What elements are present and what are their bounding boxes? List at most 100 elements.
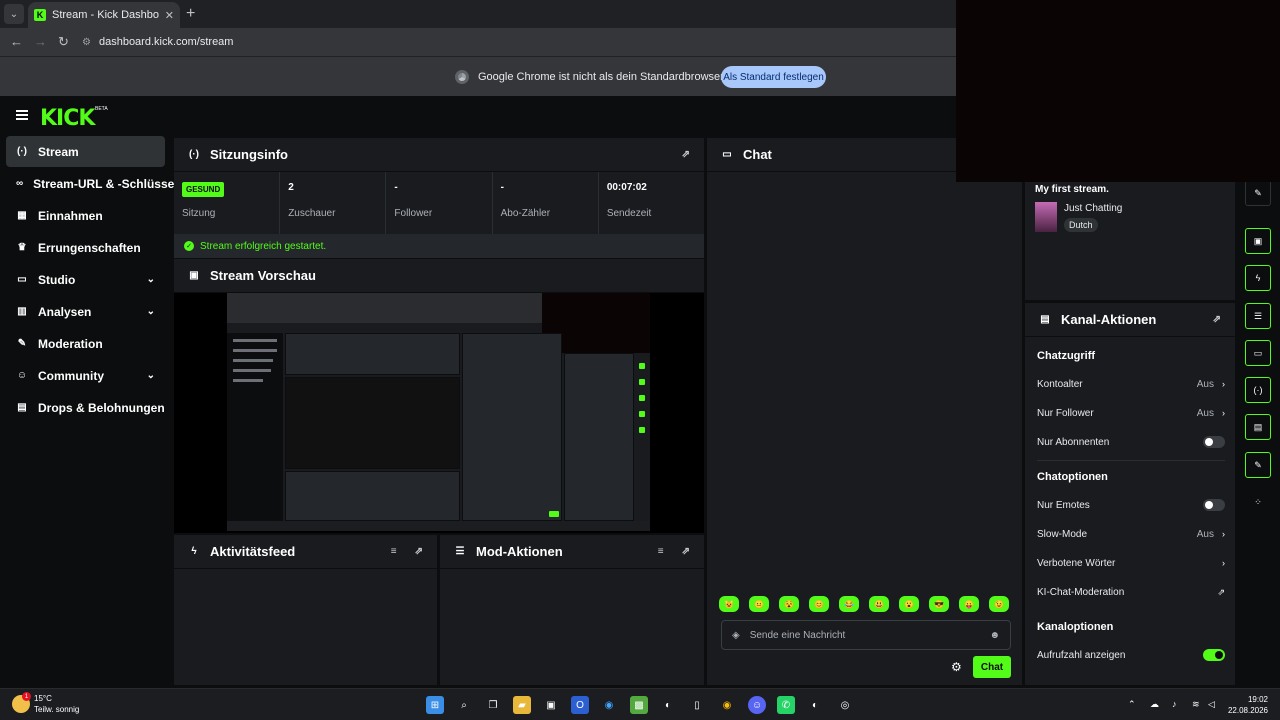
browser-tab[interactable]: K Stream - Kick Dashboard ✕ xyxy=(28,2,180,28)
subscribers-only-toggle[interactable] xyxy=(1203,436,1225,448)
volume-icon[interactable]: ◁ xyxy=(1208,699,1215,710)
chrome-icon[interactable]: ◉ xyxy=(718,696,736,714)
sidebar-item-label: Studio xyxy=(38,272,76,287)
emote[interactable]: 😃 xyxy=(869,596,889,612)
stat-label: Abo-Zähler xyxy=(500,208,551,219)
discord-icon[interactable]: ☺ xyxy=(748,696,766,714)
filter-icon[interactable]: ≡ xyxy=(391,546,397,557)
mic-icon[interactable]: ♪ xyxy=(1172,699,1177,709)
sidebar-item-moderation[interactable]: ✎ Moderation xyxy=(6,328,165,359)
reload-icon[interactable]: ↻ xyxy=(58,34,69,50)
site-info-icon[interactable]: ⚙ xyxy=(82,37,91,48)
sidebar-item-community[interactable]: ☺ Community ⌄ xyxy=(6,360,165,391)
wrench-icon[interactable]: ✎ xyxy=(1245,452,1271,478)
popout-icon[interactable]: ⇗ xyxy=(682,546,690,557)
menu-icon[interactable] xyxy=(16,110,28,120)
emote[interactable]: 😐 xyxy=(749,596,769,612)
steam-icon[interactable]: ◐ xyxy=(659,696,677,714)
task-view-icon[interactable]: ❐ xyxy=(484,696,502,714)
steam-icon[interactable]: ◐ xyxy=(806,696,824,714)
ai-moderation-row[interactable]: KI-Chat-Moderation ⇗ xyxy=(1037,582,1225,602)
banned-words-row[interactable]: Verbotene Wörter › xyxy=(1037,553,1225,573)
stat-value: - xyxy=(394,182,398,193)
emoji-icon[interactable]: ☻ xyxy=(989,630,1000,641)
show-viewcount-toggle[interactable] xyxy=(1203,649,1225,661)
mod-actions-panel: ☰ Mod-Aktionen ≡ ⇗ xyxy=(440,535,704,685)
emotes-only-row: Nur Emotes xyxy=(1037,495,1225,515)
search-icon[interactable]: ⌕ xyxy=(455,696,473,714)
server-icon[interactable]: ▤ xyxy=(1245,414,1271,440)
stream-preview-video[interactable] xyxy=(174,293,704,533)
emote[interactable]: 😛 xyxy=(959,596,979,612)
emote[interactable]: 😊 xyxy=(809,596,829,612)
chat-panel: ▭ Chat 😺 😐 😵 😊 😂 😃 😮 😎 😛 😉 ◈ Sende eine … xyxy=(707,138,1022,685)
sidebar-item-label: Drops & Belohnungen xyxy=(38,400,165,415)
system-clock[interactable]: 19:02 22.08.2026 xyxy=(1228,694,1268,716)
windows-start-icon[interactable]: ⊞ xyxy=(426,696,444,714)
account-age-row[interactable]: Kontoalter Aus › xyxy=(1037,374,1225,394)
popout-icon[interactable]: ⇗ xyxy=(415,546,423,557)
close-icon[interactable]: ✕ xyxy=(165,9,174,22)
lightning-icon[interactable]: ϟ xyxy=(1245,265,1271,291)
followers-only-row[interactable]: Nur Follower Aus › xyxy=(1037,403,1225,423)
notepad-icon[interactable]: ▯ xyxy=(688,696,706,714)
chat-message-input[interactable]: ◈ Sende eine Nachricht ☻ xyxy=(721,620,1011,650)
emote[interactable]: 😂 xyxy=(839,596,859,612)
gear-icon[interactable]: ⚙ xyxy=(951,660,962,674)
stat-value: 00:07:02 xyxy=(606,182,647,193)
list-icon[interactable]: ☰ xyxy=(1245,303,1271,329)
video-icon[interactable]: ▣ xyxy=(1245,228,1271,254)
shield-icon[interactable]: ◈ xyxy=(732,630,740,641)
clock-time: 19:02 xyxy=(1247,695,1268,704)
edge-icon[interactable]: ◉ xyxy=(600,696,618,714)
preview-panel xyxy=(564,353,634,521)
sidebar-item-errungenschaften[interactable]: ♛ Errungenschaften xyxy=(6,232,165,263)
set-default-button[interactable]: Als Standard festlegen xyxy=(721,66,826,88)
broadcast-icon[interactable]: (·) xyxy=(1245,377,1271,403)
section-heading: Chatzugriff xyxy=(1037,350,1096,362)
chevron-up-icon[interactable]: ⌃ xyxy=(1128,699,1136,710)
sidebar-item-stream-url[interactable]: ∞ Stream-URL & -Schlüssel xyxy=(6,168,178,199)
chart-icon: ▦ xyxy=(17,210,27,221)
preview-line xyxy=(233,369,271,372)
popout-icon[interactable]: ⇗ xyxy=(1213,314,1221,325)
sidebar-item-stream[interactable]: (·) Stream xyxy=(6,136,165,167)
send-chat-button[interactable]: Chat xyxy=(973,656,1011,678)
filter-icon[interactable]: ≡ xyxy=(658,546,664,557)
emote[interactable]: 😎 xyxy=(929,596,949,612)
back-icon[interactable]: ← xyxy=(10,34,23,49)
sidebar-item-analysen[interactable]: ▥ Analysen ⌄ xyxy=(6,296,165,327)
slow-mode-row[interactable]: Slow-Mode Aus › xyxy=(1037,524,1225,544)
wifi-icon[interactable]: ≋ xyxy=(1192,699,1200,710)
row-label: Nur Follower xyxy=(1037,407,1094,419)
chevron-right-icon: › xyxy=(1222,408,1225,418)
new-tab-button[interactable]: + xyxy=(186,5,195,23)
cloud-icon[interactable]: ☁ xyxy=(1150,699,1159,710)
forward-icon[interactable]: → xyxy=(34,34,47,49)
emotes-only-toggle[interactable] xyxy=(1203,499,1225,511)
edit-icon[interactable]: ✎ xyxy=(1245,180,1271,206)
popout-icon[interactable]: ⇗ xyxy=(682,149,690,160)
sidebar-item-einnahmen[interactable]: ▦ Einnahmen xyxy=(6,200,165,231)
file-explorer-icon[interactable]: ▰ xyxy=(513,696,531,714)
outlook-icon[interactable]: O xyxy=(571,696,589,714)
minecraft-icon[interactable]: ▩ xyxy=(630,696,648,714)
emote[interactable]: 😵 xyxy=(779,596,799,612)
emote[interactable]: 😉 xyxy=(989,596,1009,612)
whatsapp-icon[interactable]: ✆ xyxy=(777,696,795,714)
store-icon[interactable]: ▣ xyxy=(542,696,560,714)
subscribers-only-row: Nur Abonnenten xyxy=(1037,432,1225,452)
tab-search-button[interactable]: ⌄ xyxy=(4,4,24,24)
preview-line xyxy=(233,379,263,382)
add-widget-icon[interactable]: ⁘ xyxy=(1245,489,1271,515)
obs-icon[interactable]: ◎ xyxy=(836,696,854,714)
sidebar: (·) Stream ∞ Stream-URL & -Schlüssel ▦ E… xyxy=(0,136,178,688)
address-bar[interactable]: ⚙ dashboard.kick.com/stream xyxy=(82,31,942,53)
chat-icon[interactable]: ▭ xyxy=(1245,340,1271,366)
sidebar-item-drops[interactable]: ▤ Drops & Belohnungen xyxy=(6,392,165,423)
emote[interactable]: 😮 xyxy=(899,596,919,612)
gift-icon: ▤ xyxy=(17,402,27,413)
emote[interactable]: 😺 xyxy=(719,596,739,612)
kick-logo[interactable]: KICK xyxy=(40,106,95,131)
sidebar-item-studio[interactable]: ▭ Studio ⌄ xyxy=(6,264,165,295)
